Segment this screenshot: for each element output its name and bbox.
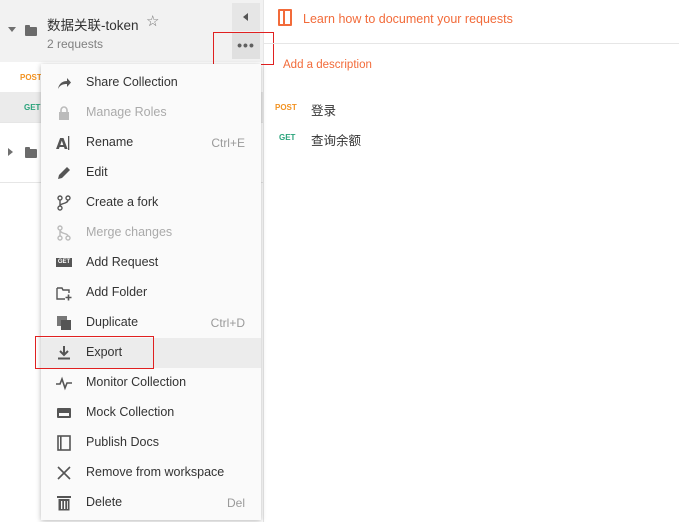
rename-icon: A [56,135,72,151]
menu-item-merge-changes[interactable]: Merge changes [41,218,261,248]
chevron-down-icon[interactable] [8,27,16,32]
folder-icon [25,25,37,36]
collection-request-count: 2 requests [47,37,104,51]
menu-item-share-collection[interactable]: Share Collection [41,68,261,98]
monitor-pulse-icon [56,375,72,391]
menu-item-rename[interactable]: A Rename Ctrl+E [41,128,261,158]
fork-icon [56,195,72,211]
mock-server-icon [56,405,72,421]
menu-item-create-fork[interactable]: Create a fork [41,188,261,218]
folder-icon [25,147,37,158]
method-badge: POST [275,103,297,112]
request-name[interactable]: 登录 [311,100,336,119]
menu-item-label: Add Folder [86,285,148,299]
menu-item-manage-roles[interactable]: Manage Roles [41,98,261,128]
menu-item-duplicate[interactable]: Duplicate Ctrl+D [41,308,261,338]
menu-item-add-folder[interactable]: Add Folder [41,278,261,308]
menu-item-remove-from-workspace[interactable]: Remove from workspace [41,458,261,488]
trash-icon [56,495,72,511]
menu-item-label: Mock Collection [86,405,175,419]
menu-item-delete[interactable]: Delete Del [41,488,261,518]
shortcut-hint: Ctrl+D [210,316,245,330]
menu-item-label: Add Request [86,255,159,269]
documentation-icon [278,9,292,26]
chevron-right-icon[interactable] [8,148,13,156]
pencil-icon [56,165,72,181]
highlight-box [35,336,154,369]
menu-item-label: Remove from workspace [86,465,225,479]
menu-item-label: Delete [86,495,123,509]
add-folder-icon [56,285,72,301]
publish-docs-icon [56,435,72,451]
get-request-icon: GET [56,258,72,267]
learn-docs-link[interactable]: Learn how to document your requests [303,12,513,26]
chevron-left-icon [243,13,248,21]
method-badge: POST [20,73,42,82]
collection-name[interactable]: 数据关联-token [47,14,139,34]
menu-item-label: Publish Docs [86,435,159,449]
svg-text:A: A [56,135,68,151]
divider [264,43,679,44]
menu-item-add-request[interactable]: GET Add Request [41,248,261,278]
star-icon[interactable]: ☆ [146,12,159,30]
lock-icon [56,105,72,121]
shortcut-hint: Ctrl+E [211,136,245,150]
add-description-link[interactable]: Add a description [283,59,372,71]
menu-item-publish-docs[interactable]: Publish Docs [41,428,261,458]
collection-context-menu: Share Collection Manage Roles A Rename C… [41,64,261,520]
share-arrow-icon [56,75,72,91]
method-badge: GET [24,103,41,112]
merge-icon [56,225,72,241]
method-badge: GET [279,133,296,142]
menu-item-edit[interactable]: Edit [41,158,261,188]
menu-item-mock-collection[interactable]: Mock Collection [41,398,261,428]
collapse-panel-button[interactable] [232,3,260,31]
menu-item-label: Share Collection [86,75,178,89]
menu-item-label: Create a fork [86,195,159,209]
duplicate-icon [56,315,72,331]
menu-item-label: Manage Roles [86,105,167,119]
close-x-icon [56,465,72,481]
menu-item-label: Merge changes [86,225,173,239]
highlight-box [213,32,274,65]
menu-item-label: Monitor Collection [86,375,187,389]
menu-item-label: Edit [86,165,108,179]
shortcut-hint: Del [226,496,245,510]
menu-item-label: Rename [86,135,134,149]
menu-item-label: Duplicate [86,315,139,329]
menu-item-monitor-collection[interactable]: Monitor Collection [41,368,261,398]
request-name[interactable]: 查询余额 [311,130,361,149]
